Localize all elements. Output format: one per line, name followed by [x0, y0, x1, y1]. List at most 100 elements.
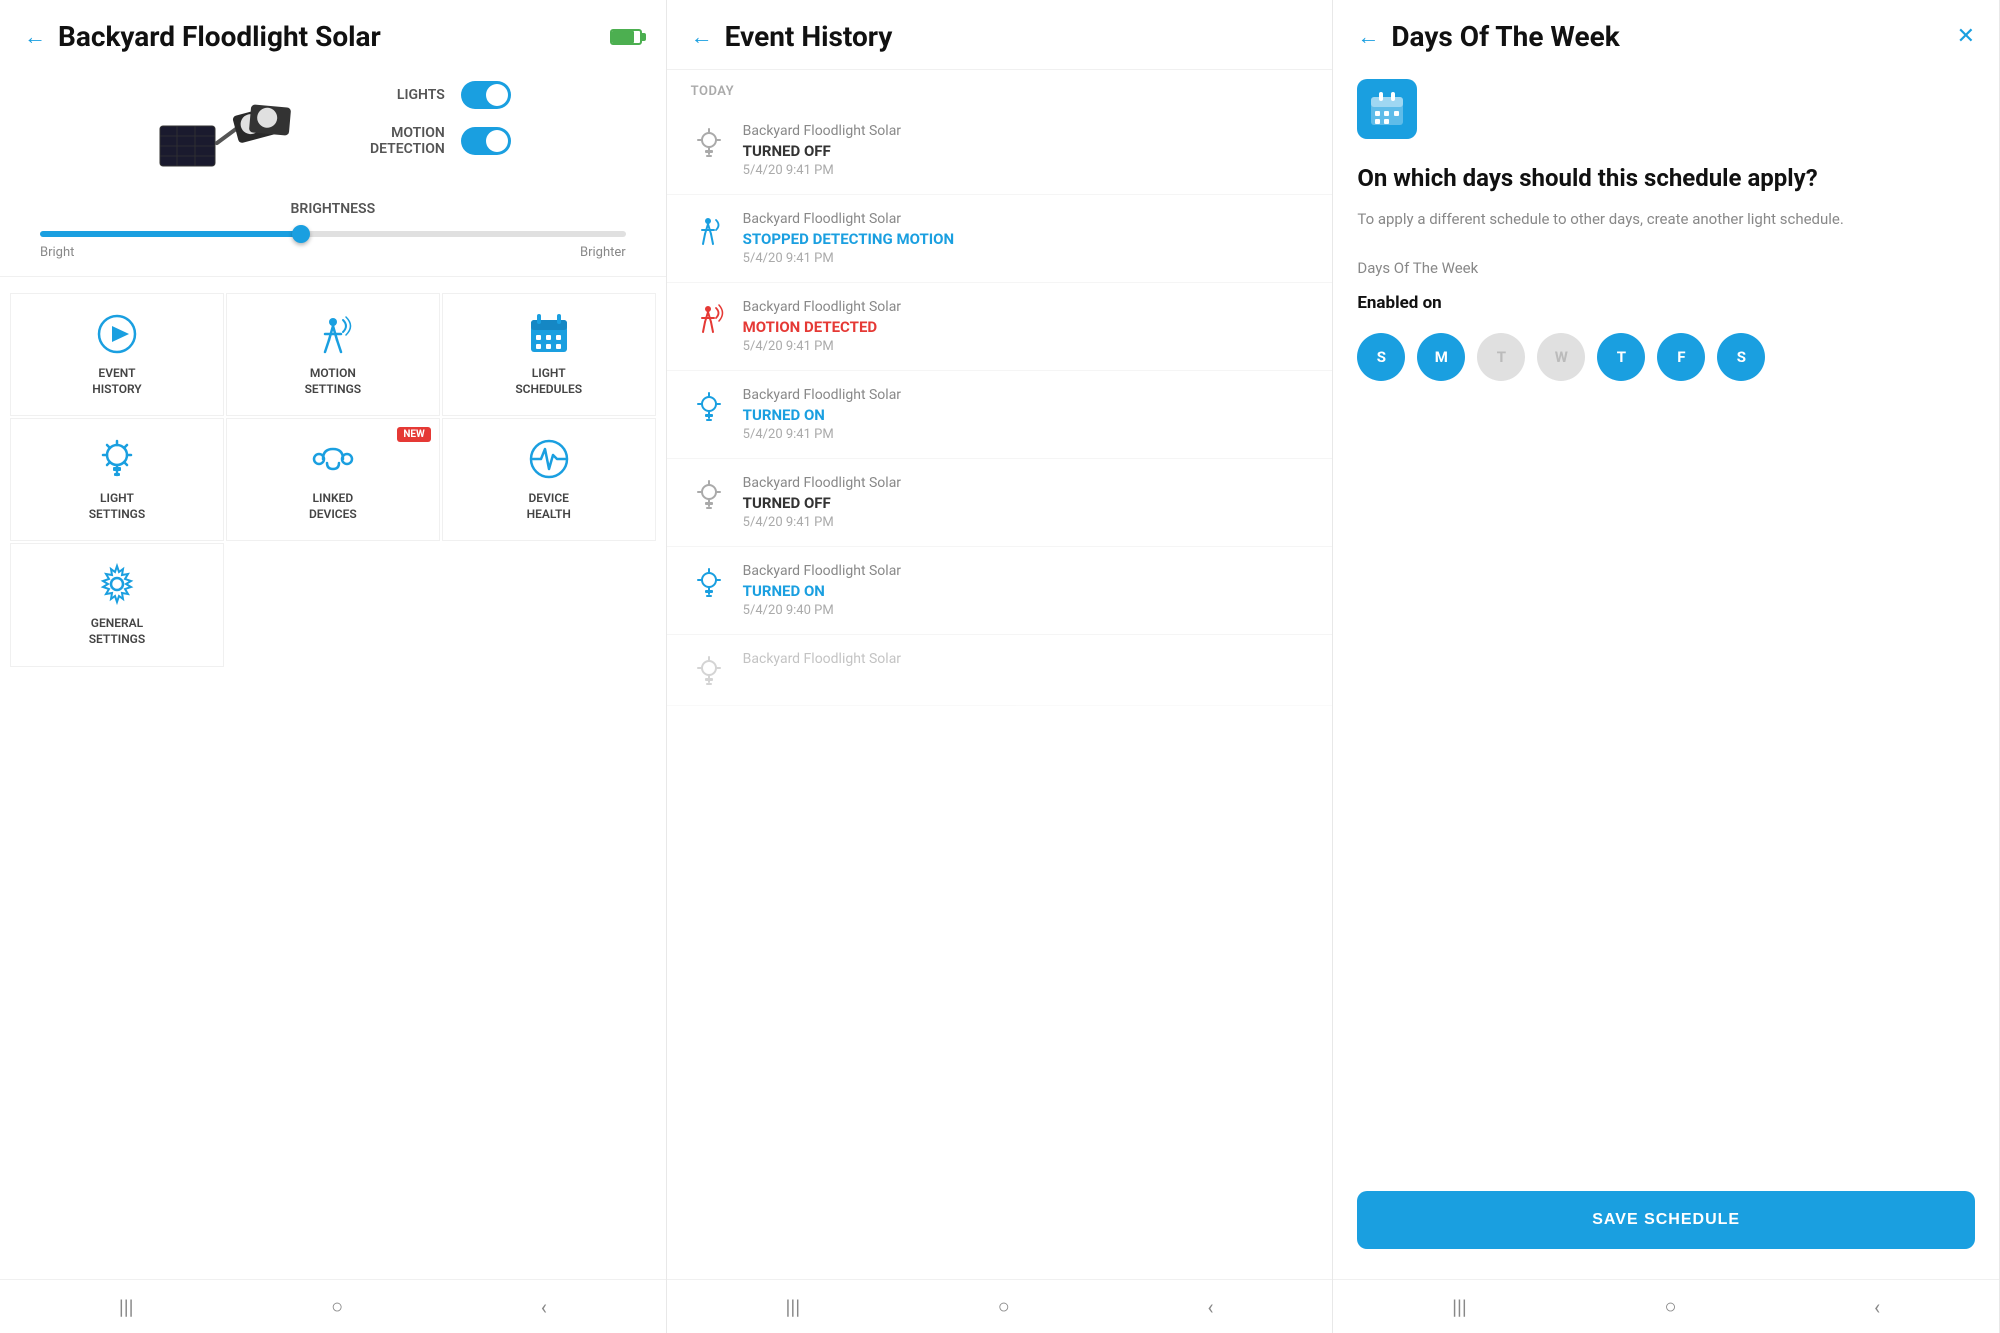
event-time: 5/4/20 9:41 PM — [743, 163, 1309, 178]
days-back-button[interactable]: ← — [1357, 24, 1379, 50]
controls-area: LIGHTS MOTION DETECTION — [355, 71, 511, 157]
event-history-cell[interactable]: EVENTHISTORY — [10, 293, 224, 416]
new-badge: NEW — [397, 427, 430, 442]
nav-back[interactable]: ‹ — [541, 1295, 547, 1319]
device-image — [155, 71, 315, 181]
day-wednesday[interactable]: W — [1537, 333, 1585, 381]
event-status: TURNED ON — [743, 406, 1309, 424]
nav-menu2[interactable]: ||| — [785, 1295, 800, 1319]
today-label: TODAY — [667, 70, 1333, 107]
event-item: Backyard Floodlight Solar TURNED ON 5/4/… — [667, 547, 1333, 635]
event-time: 5/4/20 9:41 PM — [743, 251, 1309, 266]
device-health-label: DEVICEHEALTH — [527, 491, 571, 522]
events-back-button[interactable]: ← — [691, 24, 713, 50]
light-schedules-label: LIGHTSCHEDULES — [515, 366, 582, 397]
event-icon-motion-stop — [691, 213, 727, 249]
brightness-section: BRIGHTNESS Bright Brighter — [0, 181, 666, 260]
days-description: To apply a different schedule to other d… — [1357, 208, 1975, 231]
slider-labels: Bright Brighter — [30, 245, 636, 260]
linked-devices-cell[interactable]: NEW LINKEDDEVICES — [226, 418, 440, 541]
event-content: Backyard Floodlight Solar TURNED ON 5/4/… — [743, 563, 1309, 618]
linked-devices-label: LINKEDDEVICES — [309, 491, 357, 522]
event-content: Backyard Floodlight Solar — [743, 651, 1309, 670]
motion-settings-icon — [311, 312, 355, 356]
event-list: Backyard Floodlight Solar TURNED OFF 5/4… — [667, 107, 1333, 1279]
device-title: Backyard Floodlight Solar — [58, 20, 598, 53]
nav-back3[interactable]: ‹ — [1874, 1295, 1880, 1319]
calendar-icon — [1357, 79, 1417, 139]
day-tuesday[interactable]: T — [1477, 333, 1525, 381]
event-item: Backyard Floodlight Solar — [667, 635, 1333, 706]
general-settings-cell[interactable]: GENERALSETTINGS — [10, 543, 224, 666]
days-circles: S M T W T F S — [1357, 333, 1975, 381]
back-button[interactable]: ← — [24, 24, 46, 50]
light-schedules-icon — [527, 312, 571, 356]
event-icon-light-off — [691, 125, 727, 161]
lights-toggle[interactable] — [461, 81, 511, 109]
motion-toggle[interactable] — [461, 127, 511, 155]
day-friday[interactable]: F — [1657, 333, 1705, 381]
light-settings-icon — [95, 437, 139, 481]
event-status: STOPPED DETECTING MOTION — [743, 230, 1309, 248]
nav-back2[interactable]: ‹ — [1207, 1295, 1213, 1319]
event-history-label: EVENTHISTORY — [92, 366, 141, 397]
event-status: TURNED ON — [743, 582, 1309, 600]
days-title: Days Of The Week — [1391, 20, 1944, 53]
bottom-nav-1: ||| ○ ‹ — [0, 1279, 666, 1333]
bottom-nav-3: ||| ○ ‹ — [1333, 1279, 1999, 1333]
battery-icon — [610, 29, 642, 45]
event-time: 5/4/20 9:41 PM — [743, 515, 1309, 530]
event-item: Backyard Floodlight Solar TURNED OFF 5/4… — [667, 459, 1333, 547]
events-header: ← Event History — [667, 0, 1333, 70]
event-content: Backyard Floodlight Solar STOPPED DETECT… — [743, 211, 1309, 266]
day-saturday[interactable]: S — [1717, 333, 1765, 381]
device-health-cell[interactable]: DEVICEHEALTH — [442, 418, 656, 541]
event-content: Backyard Floodlight Solar TURNED ON 5/4/… — [743, 387, 1309, 442]
nav-home3[interactable]: ○ — [1664, 1294, 1676, 1319]
enabled-on-label: Enabled on — [1357, 293, 1975, 313]
nav-home[interactable]: ○ — [331, 1294, 343, 1319]
events-panel: ← Event History TODAY Backyard Floodligh… — [667, 0, 1334, 1333]
nav-menu[interactable]: ||| — [119, 1295, 134, 1319]
motion-control-row: MOTION DETECTION — [355, 125, 511, 157]
event-device: Backyard Floodlight Solar — [743, 563, 1309, 579]
day-sunday[interactable]: S — [1357, 333, 1405, 381]
slider-right-label: Brighter — [580, 245, 626, 260]
close-button[interactable]: ✕ — [1957, 24, 1975, 49]
event-content: Backyard Floodlight Solar TURNED OFF 5/4… — [743, 123, 1309, 178]
device-health-icon — [527, 437, 571, 481]
save-btn-area: SAVE SCHEDULE — [1333, 1171, 1999, 1279]
event-time: 5/4/20 9:41 PM — [743, 427, 1309, 442]
lights-label: LIGHTS — [355, 87, 445, 103]
device-header: ← Backyard Floodlight Solar — [0, 0, 666, 61]
light-settings-cell[interactable]: LIGHTSETTINGS — [10, 418, 224, 541]
save-schedule-button[interactable]: SAVE SCHEDULE — [1357, 1191, 1975, 1249]
event-device: Backyard Floodlight Solar — [743, 211, 1309, 227]
event-icon-light-on2 — [691, 565, 727, 601]
day-monday[interactable]: M — [1417, 333, 1465, 381]
light-settings-label: LIGHTSETTINGS — [89, 491, 146, 522]
lights-control-row: LIGHTS — [355, 81, 511, 109]
event-content: Backyard Floodlight Solar MOTION DETECTE… — [743, 299, 1309, 354]
motion-settings-cell[interactable]: MOTIONSETTINGS — [226, 293, 440, 416]
device-image-area: LIGHTS MOTION DETECTION — [0, 61, 666, 181]
event-icon-light-on — [691, 389, 727, 425]
nav-home2[interactable]: ○ — [998, 1294, 1010, 1319]
event-icon-light-off2 — [691, 477, 727, 513]
nav-menu3[interactable]: ||| — [1452, 1295, 1467, 1319]
motion-settings-label: MOTIONSETTINGS — [305, 366, 362, 397]
event-item: Backyard Floodlight Solar TURNED OFF 5/4… — [667, 107, 1333, 195]
motion-label: MOTION DETECTION — [355, 125, 445, 157]
event-content: Backyard Floodlight Solar TURNED OFF 5/4… — [743, 475, 1309, 530]
brightness-label: BRIGHTNESS — [30, 201, 636, 217]
days-question: On which days should this schedule apply… — [1357, 163, 1975, 194]
event-icon-light-off3 — [691, 653, 727, 689]
day-thursday[interactable]: T — [1597, 333, 1645, 381]
light-schedules-cell[interactable]: LIGHTSCHEDULES — [442, 293, 656, 416]
brightness-slider[interactable] — [40, 231, 626, 237]
event-status: TURNED OFF — [743, 494, 1309, 512]
days-panel: ← Days Of The Week ✕ On which days shoul… — [1333, 0, 2000, 1333]
days-header: ← Days Of The Week ✕ — [1333, 0, 1999, 69]
general-settings-icon — [95, 562, 139, 606]
icon-grid: EVENTHISTORY MOTIONSETTINGS — [0, 293, 666, 667]
